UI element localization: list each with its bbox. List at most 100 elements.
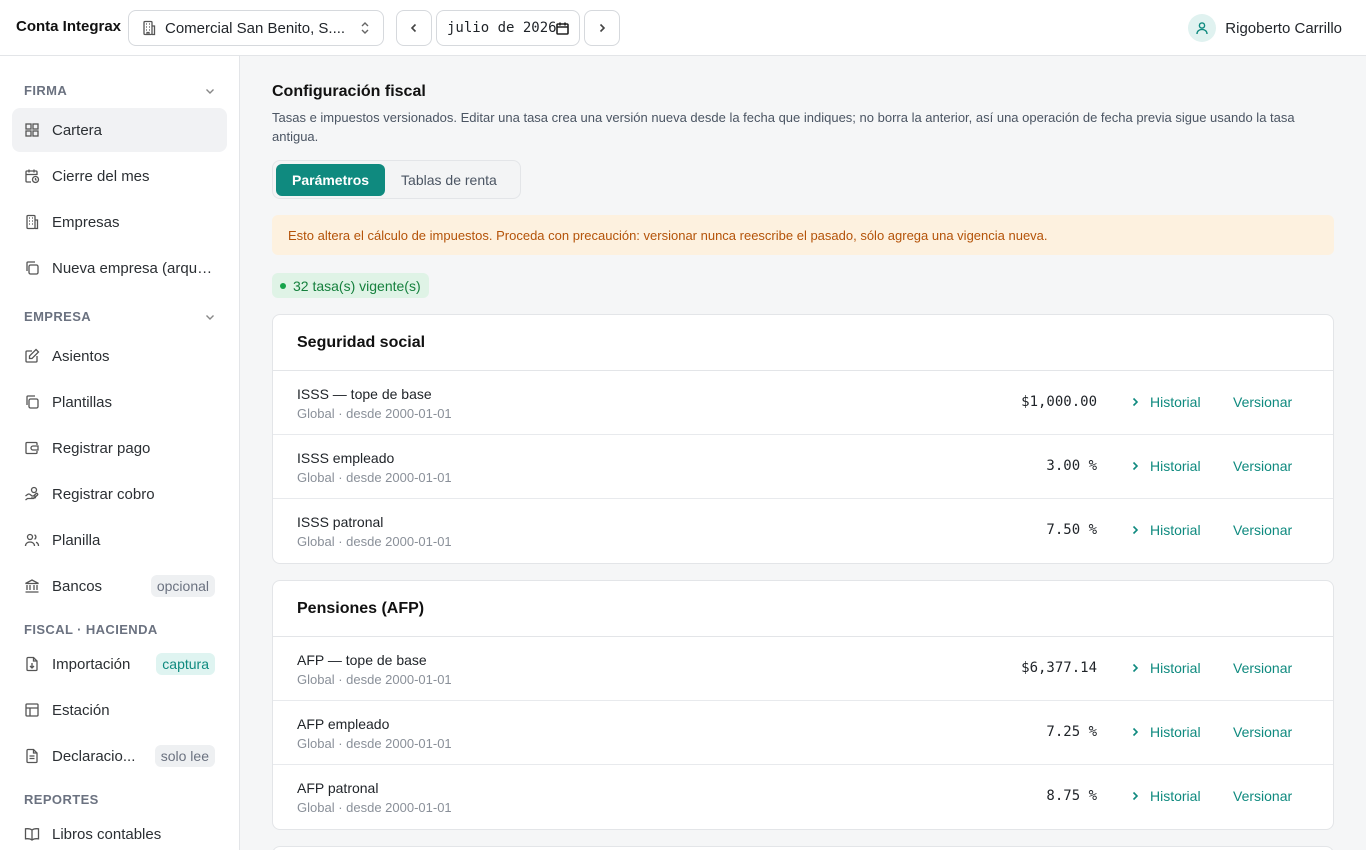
period-date-input[interactable]: julio de 2026 xyxy=(436,10,580,46)
rate-group-title: Pensiones (AFP) xyxy=(273,581,1333,637)
sidebar-item-plantillas[interactable]: Plantillas xyxy=(12,380,227,424)
tab-tablas-de-renta[interactable]: Tablas de renta xyxy=(385,164,513,196)
bank-icon xyxy=(24,578,40,594)
building-icon xyxy=(24,214,40,230)
rate-name: ISSS empleado xyxy=(297,450,395,466)
rate-name: AFP empleado xyxy=(297,716,390,732)
rate-value: 7.25 % xyxy=(1046,724,1097,740)
hand-coins-icon xyxy=(24,486,40,502)
version-button[interactable]: Versionar xyxy=(1233,660,1292,676)
sidebar-item-registrar-pago[interactable]: Registrar pago xyxy=(12,426,227,470)
version-button[interactable]: Versionar xyxy=(1233,394,1292,410)
rate-scope: Global · desde 2000-01-01 xyxy=(297,534,452,549)
history-button[interactable]: Historial xyxy=(1129,522,1201,538)
page-title: Configuración fiscal xyxy=(272,83,426,100)
status-badge: opcional xyxy=(150,575,215,597)
version-button[interactable]: Versionar xyxy=(1233,788,1292,804)
table-row: ISSS — tope de base Global · desde 2000-… xyxy=(273,371,1333,435)
table-row: AFP patronal Global · desde 2000-01-01 8… xyxy=(273,765,1333,829)
rate-value: 7.50 % xyxy=(1046,522,1097,538)
rate-group-card: Seguridad social ISSS — tope de base Glo… xyxy=(272,314,1334,564)
rate-scope: Global · desde 2000-01-01 xyxy=(297,800,452,815)
history-button[interactable]: Historial xyxy=(1129,458,1201,474)
building-icon xyxy=(141,20,157,36)
sidebar-item-importacion[interactable]: Importación captura xyxy=(12,642,227,686)
sidebar-item-nueva-empresa[interactable]: Nueva empresa (arque... xyxy=(12,246,227,290)
rate-name: AFP — tope de base xyxy=(297,652,427,668)
history-button[interactable]: Historial xyxy=(1129,724,1201,740)
rate-scope: Global · desde 2000-01-01 xyxy=(297,672,452,687)
chevron-down-icon xyxy=(204,311,216,323)
version-button[interactable]: Versionar xyxy=(1233,522,1292,538)
status-badge: captura xyxy=(156,653,215,675)
grid-icon xyxy=(24,122,40,138)
rate-group-title: Seguridad social xyxy=(273,315,1333,371)
version-button[interactable]: Versionar xyxy=(1233,724,1292,740)
rate-value: $6,377.14 xyxy=(1021,660,1097,676)
active-rates-badge: 32 tasa(s) vigente(s) xyxy=(272,273,429,298)
app-brand[interactable]: Conta Integrax xyxy=(16,18,121,35)
sidebar-section-firma[interactable]: FIRMA xyxy=(24,83,216,98)
copy-icon xyxy=(24,260,40,276)
wallet-icon xyxy=(24,440,40,456)
sidebar-item-cierre-del-mes[interactable]: Cierre del mes xyxy=(12,154,227,198)
rate-scope: Global · desde 2000-01-01 xyxy=(297,406,452,421)
sidebar-item-libros-contables[interactable]: Libros contables xyxy=(12,812,227,850)
sidebar-item-declaraciones[interactable]: Declaracio... solo lee xyxy=(12,734,227,778)
rate-value: $1,000.00 xyxy=(1021,394,1097,410)
sidebar-item-empresas[interactable]: Empresas xyxy=(12,200,227,244)
table-row: AFP empleado Global · desde 2000-01-01 7… xyxy=(273,701,1333,765)
status-dot xyxy=(280,282,286,289)
file-import-icon xyxy=(24,656,40,672)
user-menu[interactable]: Rigoberto Carrillo xyxy=(1188,14,1342,42)
sidebar-item-estacion[interactable]: Estación xyxy=(12,688,227,732)
warning-banner: Esto altera el cálculo de impuestos. Pro… xyxy=(272,215,1334,255)
table-row: ISSS patronal Global · desde 2000-01-01 … xyxy=(273,499,1333,563)
page-description: Tasas e impuestos versionados. Editar un… xyxy=(272,110,1295,144)
rate-value: 8.75 % xyxy=(1046,788,1097,804)
tab-bar: Parámetros Tablas de renta xyxy=(272,160,521,199)
top-bar: Conta Integrax Comercial San Benito, S..… xyxy=(0,0,1366,56)
calendar-clock-icon xyxy=(24,168,40,184)
status-badge: solo lee xyxy=(154,745,215,767)
active-rates-count: 32 tasa(s) vigente(s) xyxy=(293,277,421,294)
tab-parametros[interactable]: Parámetros xyxy=(276,163,386,196)
rate-scope: Global · desde 2000-01-01 xyxy=(297,470,452,485)
copy-icon xyxy=(24,394,40,410)
version-button[interactable]: Versionar xyxy=(1233,458,1292,474)
chevron-right-icon xyxy=(1129,396,1141,408)
rate-name: ISSS — tope de base xyxy=(297,386,432,402)
rate-name: ISSS patronal xyxy=(297,514,384,530)
history-button[interactable]: Historial xyxy=(1129,788,1201,804)
sidebar-item-bancos[interactable]: Bancos opcional xyxy=(12,564,227,608)
next-month-button[interactable] xyxy=(584,10,620,46)
sidebar-item-planilla[interactable]: Planilla xyxy=(12,518,227,562)
sidebar-item-cartera[interactable]: Cartera xyxy=(12,108,227,152)
company-name: Comercial San Benito, S.... xyxy=(165,19,346,37)
document-icon xyxy=(24,748,40,764)
chevron-right-icon xyxy=(1129,524,1141,536)
prev-month-button[interactable] xyxy=(396,10,432,46)
sidebar-item-asientos[interactable]: Asientos xyxy=(12,334,227,378)
sidebar-section-reportes: REPORTES xyxy=(24,792,99,807)
chevron-right-icon xyxy=(1129,662,1141,674)
rate-group-card xyxy=(272,846,1334,850)
chevron-down-icon xyxy=(204,85,216,97)
sidebar-section-empresa[interactable]: EMPRESA xyxy=(24,309,216,324)
history-button[interactable]: Historial xyxy=(1129,660,1201,676)
table-row: AFP — tope de base Global · desde 2000-0… xyxy=(273,637,1333,701)
table-icon xyxy=(24,702,40,718)
rate-value: 3.00 % xyxy=(1046,458,1097,474)
users-icon xyxy=(24,532,40,548)
rate-name: AFP patronal xyxy=(297,780,379,796)
company-selector[interactable]: Comercial San Benito, S.... xyxy=(128,10,384,46)
chevron-right-icon xyxy=(596,22,608,34)
chevron-left-icon xyxy=(408,22,420,34)
calendar-icon[interactable] xyxy=(556,22,569,35)
sidebar: FIRMA Cartera Cierre del mes Empresas Nu… xyxy=(0,56,240,850)
rate-scope: Global · desde 2000-01-01 xyxy=(297,736,452,751)
sidebar-item-registrar-cobro[interactable]: Registrar cobro xyxy=(12,472,227,516)
chevron-updown-icon xyxy=(359,21,371,35)
history-button[interactable]: Historial xyxy=(1129,394,1201,410)
edit-note-icon xyxy=(24,348,40,364)
